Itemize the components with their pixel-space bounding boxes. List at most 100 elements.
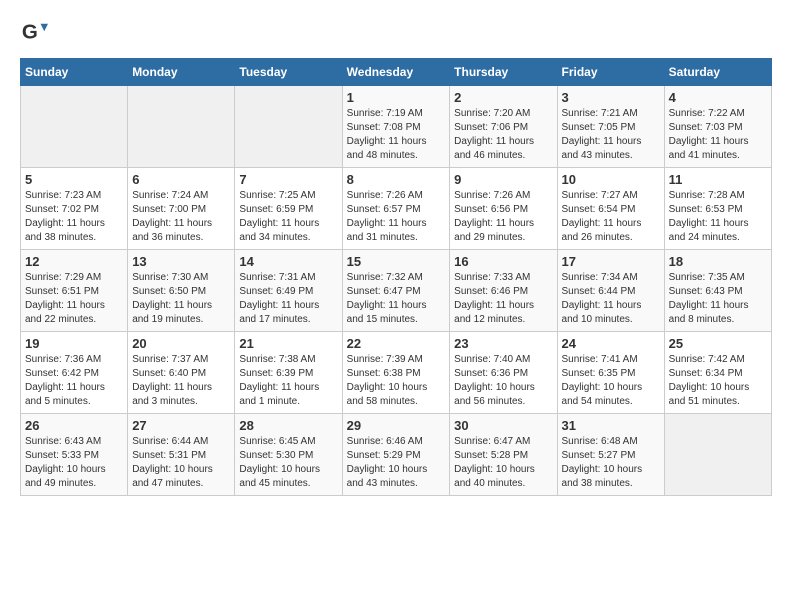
day-number: 14 (239, 254, 337, 269)
day-cell: 11 Sunrise: 7:28 AM Sunset: 6:53 PM Dayli… (664, 168, 771, 250)
weekday-header-sunday: Sunday (21, 59, 128, 86)
day-cell: 26 Sunrise: 6:43 AM Sunset: 5:33 PM Dayli… (21, 414, 128, 496)
day-number: 25 (669, 336, 767, 351)
week-row-4: 19Sunrise: 7:36 AM Sunset: 6:42 PM Dayli… (21, 332, 772, 414)
day-info: Sunrise: 6:46 AM Sunset: 5:29 PM Dayligh… (347, 435, 446, 491)
day-info: Sunrise: 7:29 AM Sunset: 6:51 PM Dayligh… (25, 271, 123, 327)
day-number: 22 (347, 336, 446, 351)
day-info: Sunrise: 7:34 AM Sunset: 6:44 PM Dayligh… (562, 271, 660, 327)
weekday-header-tuesday: Tuesday (235, 59, 342, 86)
day-number: 21 (239, 336, 337, 351)
day-number: 4 (669, 90, 767, 105)
day-number: 5 (25, 172, 123, 187)
day-info: Sunrise: 6:48 AM Sunset: 5:27 PM Dayligh… (562, 435, 660, 491)
calendar-body: 1Sunrise: 7:19 AM Sunset: 7:08 PM Daylig… (21, 86, 772, 496)
day-number: 9 (454, 172, 552, 187)
day-cell: 27 Sunrise: 6:44 AM Sunset: 5:31 PM Dayli… (128, 414, 235, 496)
day-info: Sunrise: 7:37 AM Sunset: 6:40 PM Dayligh… (132, 353, 230, 409)
day-info: Sunrise: 7:33 AM Sunset: 6:46 PM Dayligh… (454, 271, 552, 327)
day-cell: 24 Sunrise: 7:41 AM Sunset: 6:35 PM Dayli… (557, 332, 664, 414)
day-info: Sunrise: 6:43 AM Sunset: 5:33 PM Dayligh… (25, 435, 123, 491)
day-cell: 30 Sunrise: 6:47 AM Sunset: 5:28 PM Dayli… (450, 414, 557, 496)
day-info: Sunrise: 7:20 AM Sunset: 7:06 PM Dayligh… (454, 107, 552, 163)
day-cell: 29 Sunrise: 6:46 AM Sunset: 5:29 PM Dayli… (342, 414, 450, 496)
day-cell: 23Sunrise: 7:40 AM Sunset: 6:36 PM Dayli… (450, 332, 557, 414)
day-info: Sunrise: 7:25 AM Sunset: 6:59 PM Dayligh… (239, 189, 337, 245)
week-row-5: 26 Sunrise: 6:43 AM Sunset: 5:33 PM Dayli… (21, 414, 772, 496)
day-info: Sunrise: 7:28 AM Sunset: 6:53 PM Dayligh… (669, 189, 767, 245)
day-info: Sunrise: 7:23 AM Sunset: 7:02 PM Dayligh… (25, 189, 123, 245)
day-cell (21, 86, 128, 168)
day-cell: 4 Sunrise: 7:22 AM Sunset: 7:03 PM Daylig… (664, 86, 771, 168)
day-cell: 21 Sunrise: 7:38 AM Sunset: 6:39 PM Dayli… (235, 332, 342, 414)
day-cell: 14 Sunrise: 7:31 AM Sunset: 6:49 PM Dayli… (235, 250, 342, 332)
day-number: 29 (347, 418, 446, 433)
day-cell: 25 Sunrise: 7:42 AM Sunset: 6:34 PM Dayli… (664, 332, 771, 414)
day-number: 3 (562, 90, 660, 105)
weekday-header-row: SundayMondayTuesdayWednesdayThursdayFrid… (21, 59, 772, 86)
day-cell: 9 Sunrise: 7:26 AM Sunset: 6:56 PM Daylig… (450, 168, 557, 250)
day-cell: 7 Sunrise: 7:25 AM Sunset: 6:59 PM Daylig… (235, 168, 342, 250)
day-cell: 17 Sunrise: 7:34 AM Sunset: 6:44 PM Dayli… (557, 250, 664, 332)
day-info: Sunrise: 7:31 AM Sunset: 6:49 PM Dayligh… (239, 271, 337, 327)
day-number: 30 (454, 418, 552, 433)
day-cell (664, 414, 771, 496)
weekday-header-monday: Monday (128, 59, 235, 86)
day-cell: 2 Sunrise: 7:20 AM Sunset: 7:06 PM Daylig… (450, 86, 557, 168)
day-number: 2 (454, 90, 552, 105)
day-number: 12 (25, 254, 123, 269)
day-cell (235, 86, 342, 168)
logo-icon: G (20, 20, 48, 48)
day-info: Sunrise: 7:36 AM Sunset: 6:42 PM Dayligh… (25, 353, 123, 409)
day-info: Sunrise: 7:26 AM Sunset: 6:56 PM Dayligh… (454, 189, 552, 245)
day-info: Sunrise: 7:42 AM Sunset: 6:34 PM Dayligh… (669, 353, 767, 409)
day-cell: 16 Sunrise: 7:33 AM Sunset: 6:46 PM Dayli… (450, 250, 557, 332)
day-cell: 10Sunrise: 7:27 AM Sunset: 6:54 PM Dayli… (557, 168, 664, 250)
day-info: Sunrise: 7:26 AM Sunset: 6:57 PM Dayligh… (347, 189, 446, 245)
day-info: Sunrise: 7:41 AM Sunset: 6:35 PM Dayligh… (562, 353, 660, 409)
weekday-header-saturday: Saturday (664, 59, 771, 86)
day-number: 28 (239, 418, 337, 433)
day-cell: 1Sunrise: 7:19 AM Sunset: 7:08 PM Daylig… (342, 86, 450, 168)
day-number: 26 (25, 418, 123, 433)
day-number: 15 (347, 254, 446, 269)
day-cell: 22Sunrise: 7:39 AM Sunset: 6:38 PM Dayli… (342, 332, 450, 414)
day-number: 27 (132, 418, 230, 433)
day-number: 11 (669, 172, 767, 187)
day-info: Sunrise: 6:45 AM Sunset: 5:30 PM Dayligh… (239, 435, 337, 491)
day-cell: 20 Sunrise: 7:37 AM Sunset: 6:40 PM Dayli… (128, 332, 235, 414)
week-row-1: 1Sunrise: 7:19 AM Sunset: 7:08 PM Daylig… (21, 86, 772, 168)
day-info: Sunrise: 7:32 AM Sunset: 6:47 PM Dayligh… (347, 271, 446, 327)
day-cell (128, 86, 235, 168)
calendar-table: SundayMondayTuesdayWednesdayThursdayFrid… (20, 58, 772, 496)
day-cell: 19Sunrise: 7:36 AM Sunset: 6:42 PM Dayli… (21, 332, 128, 414)
day-info: Sunrise: 7:24 AM Sunset: 7:00 PM Dayligh… (132, 189, 230, 245)
day-number: 17 (562, 254, 660, 269)
day-info: Sunrise: 7:21 AM Sunset: 7:05 PM Dayligh… (562, 107, 660, 163)
day-number: 18 (669, 254, 767, 269)
day-cell: 18 Sunrise: 7:35 AM Sunset: 6:43 PM Dayli… (664, 250, 771, 332)
day-cell: 6Sunrise: 7:24 AM Sunset: 7:00 PM Daylig… (128, 168, 235, 250)
day-number: 1 (347, 90, 446, 105)
day-cell: 12 Sunrise: 7:29 AM Sunset: 6:51 PM Dayli… (21, 250, 128, 332)
day-number: 20 (132, 336, 230, 351)
week-row-2: 5 Sunrise: 7:23 AM Sunset: 7:02 PM Daylig… (21, 168, 772, 250)
day-info: Sunrise: 6:44 AM Sunset: 5:31 PM Dayligh… (132, 435, 230, 491)
calendar-header: SundayMondayTuesdayWednesdayThursdayFrid… (21, 59, 772, 86)
day-cell: 13Sunrise: 7:30 AM Sunset: 6:50 PM Dayli… (128, 250, 235, 332)
weekday-header-thursday: Thursday (450, 59, 557, 86)
day-info: Sunrise: 7:22 AM Sunset: 7:03 PM Dayligh… (669, 107, 767, 163)
day-info: Sunrise: 6:47 AM Sunset: 5:28 PM Dayligh… (454, 435, 552, 491)
day-number: 24 (562, 336, 660, 351)
day-info: Sunrise: 7:35 AM Sunset: 6:43 PM Dayligh… (669, 271, 767, 327)
day-number: 13 (132, 254, 230, 269)
day-number: 16 (454, 254, 552, 269)
day-number: 7 (239, 172, 337, 187)
svg-text:G: G (22, 21, 38, 44)
day-info: Sunrise: 7:38 AM Sunset: 6:39 PM Dayligh… (239, 353, 337, 409)
page-header: G (20, 20, 772, 48)
day-cell: 3 Sunrise: 7:21 AM Sunset: 7:05 PM Daylig… (557, 86, 664, 168)
day-number: 8 (347, 172, 446, 187)
week-row-3: 12 Sunrise: 7:29 AM Sunset: 6:51 PM Dayli… (21, 250, 772, 332)
day-number: 23 (454, 336, 552, 351)
